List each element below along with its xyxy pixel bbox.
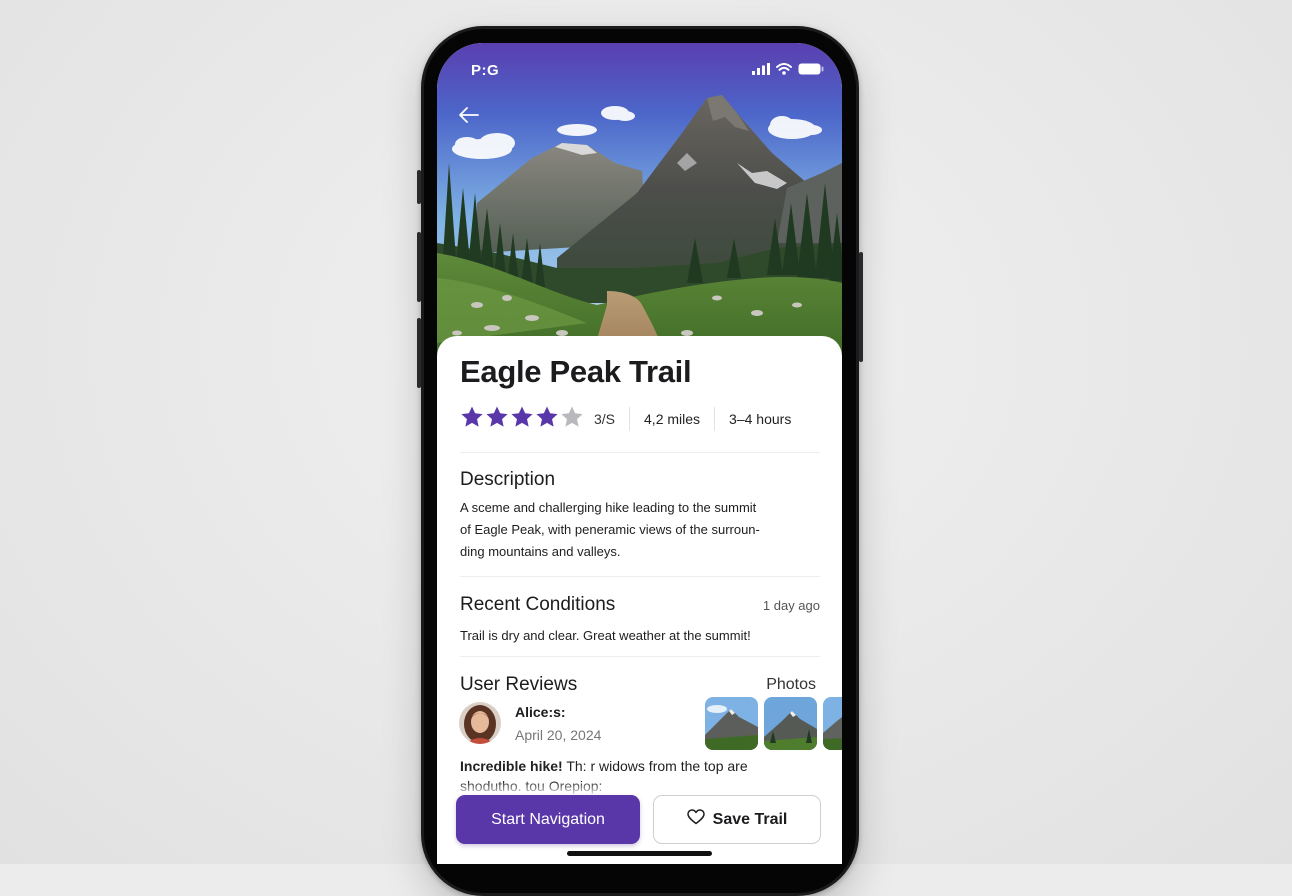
star-filled-icon bbox=[460, 405, 484, 434]
trail-meta-row: 3/S 4,2 miles 3–4 hours bbox=[460, 405, 825, 434]
heart-outline-icon bbox=[686, 809, 705, 830]
review-body: Th: r widows from the top are bbox=[562, 758, 748, 774]
trail-duration: 3–4 hours bbox=[729, 411, 792, 427]
conditions-time-ago: 1 day ago bbox=[762, 598, 820, 613]
app-screen: P:G Eagle Peak Trail 3/S 4,2 miles 3–4 h… bbox=[437, 43, 842, 864]
meta-divider bbox=[714, 407, 716, 431]
description-heading: Description bbox=[460, 469, 556, 490]
star-filled-icon bbox=[510, 405, 534, 434]
photo-thumbnail[interactable] bbox=[705, 697, 758, 750]
start-navigation-button[interactable]: Start Navigation bbox=[456, 795, 640, 844]
description-line: A sceme and challerging hike leading to … bbox=[460, 500, 757, 515]
trail-title: Eagle Peak Trail bbox=[460, 354, 692, 389]
review-headline: Incredible hike! bbox=[460, 758, 563, 774]
review-line: Incredible hike! Th: r widows from the t… bbox=[460, 756, 820, 776]
battery-icon bbox=[798, 63, 824, 75]
trail-details-card: Eagle Peak Trail 3/S 4,2 miles 3–4 hours… bbox=[437, 336, 842, 864]
signal-icon bbox=[752, 63, 770, 75]
status-bar: P:G bbox=[437, 43, 842, 83]
star-filled-icon bbox=[535, 405, 559, 434]
reviewer-avatar bbox=[459, 702, 501, 744]
review-date: April 20, 2024 bbox=[515, 727, 602, 743]
description-text: A sceme and challerging hike leading to … bbox=[460, 497, 825, 563]
trail-hero-image: P:G bbox=[437, 43, 842, 363]
wifi-icon bbox=[776, 63, 792, 75]
save-trail-label: Save Trail bbox=[712, 810, 788, 828]
photo-thumbnail[interactable] bbox=[764, 697, 817, 750]
reviews-heading: User Reviews bbox=[460, 674, 578, 695]
trail-distance: 4,2 miles bbox=[644, 411, 701, 427]
section-divider bbox=[460, 452, 820, 453]
phone-volume-down bbox=[417, 318, 421, 388]
save-trail-button[interactable]: Save Trail bbox=[653, 795, 821, 844]
description-line: of Eagle Peak, with peneramic views of t… bbox=[460, 522, 760, 537]
conditions-heading: Recent Conditions bbox=[460, 594, 616, 615]
home-indicator bbox=[567, 851, 712, 856]
background: P:G Eagle Peak Trail 3/S 4,2 miles 3–4 h… bbox=[0, 0, 1292, 896]
star-rating bbox=[460, 405, 584, 434]
star-empty-icon bbox=[560, 405, 584, 434]
status-icons bbox=[752, 63, 824, 75]
phone-volume-up bbox=[417, 232, 421, 302]
star-filled-icon bbox=[485, 405, 509, 434]
phone-action-button bbox=[417, 170, 421, 204]
rating-text: 3/S bbox=[594, 411, 616, 427]
arrow-left-icon bbox=[458, 106, 480, 124]
photos-link[interactable]: Photos bbox=[766, 676, 816, 694]
section-divider bbox=[460, 576, 820, 577]
description-line: ding mountains and valleys. bbox=[460, 544, 621, 559]
reviewer-name: Alice:s: bbox=[515, 704, 566, 720]
back-button[interactable] bbox=[455, 101, 483, 129]
photo-thumbnails bbox=[705, 697, 842, 750]
photo-thumbnail[interactable] bbox=[823, 697, 842, 750]
conditions-text: Trail is dry and clear. Great weather at… bbox=[460, 628, 751, 643]
status-time: P:G bbox=[471, 62, 500, 79]
phone-power-button bbox=[859, 252, 863, 362]
section-divider bbox=[460, 656, 820, 657]
meta-divider bbox=[629, 407, 631, 431]
